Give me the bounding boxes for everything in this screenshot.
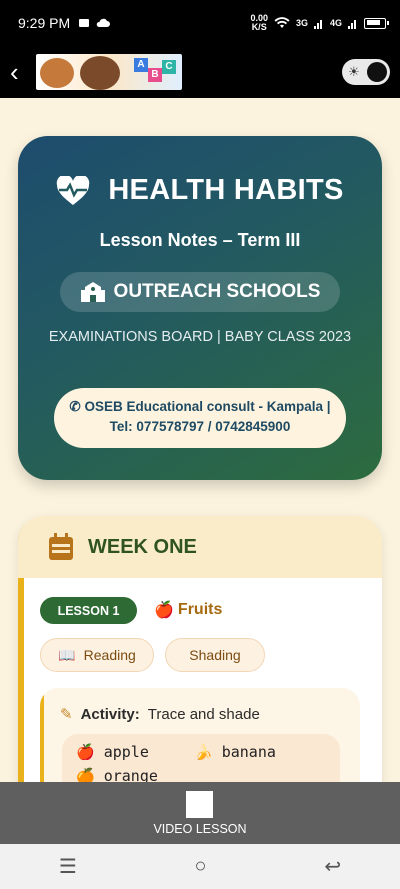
exam-board-text: EXAMINATIONS BOARD | BABY CLASS 2023 (48, 329, 352, 345)
child-illustration (80, 56, 120, 90)
heart-pulse-icon (57, 175, 90, 205)
phone-icon: ✆ (69, 399, 85, 414)
hero-card: HEALTH HABITS Lesson Notes – Term III OU… (18, 136, 382, 480)
sun-icon: ☀ (348, 64, 360, 79)
fruit-name: apple (103, 743, 149, 761)
hero-subtitle: Lesson Notes – Term III (99, 230, 301, 250)
status-bar: 9:29 PM 0.00 K/S 3G 4G (0, 0, 400, 46)
signal-3g: 3G (295, 18, 308, 28)
fruit-item-banana: 🍌 banana (194, 740, 312, 764)
recents-icon[interactable]: ☰ (59, 854, 77, 879)
toggle-knob (367, 62, 387, 82)
video-lesson-button[interactable]: VIDEO LESSON (0, 782, 400, 844)
lesson-topic: 🍎 Fruits (154, 600, 222, 620)
outreach-pill: OUTREACH SCHOOLS (60, 272, 340, 312)
status-notification-icons (78, 17, 111, 29)
system-nav-bar: ☰ ○ ↩ (0, 844, 400, 889)
signal-icon (313, 20, 322, 29)
back-nav-icon[interactable]: ↩ (324, 854, 341, 879)
tag-shading-label: Shading (189, 647, 241, 663)
contact-pill[interactable]: ✆ OSEB Educational consult - Kampala | T… (54, 388, 346, 448)
activity-label: Activity: (80, 705, 140, 723)
back-button[interactable]: ‹ (10, 59, 30, 85)
apple-icon: 🍎 (154, 602, 174, 619)
page-title: HEALTH HABITS (108, 174, 344, 206)
tag-reading[interactable]: 📖 Reading (40, 638, 154, 672)
calendar-icon (49, 533, 73, 560)
lesson-badge: LESSON 1 (40, 597, 137, 624)
week-header[interactable]: WEEK ONE (18, 516, 382, 578)
cloud-icon (96, 18, 111, 27)
tag-shading[interactable]: Shading (165, 638, 265, 672)
lesson-topic-label: Fruits (177, 601, 223, 618)
activity-line: ✎ Activity: Trace and shade (60, 705, 260, 724)
fruit-item-apple: 🍎 apple (76, 740, 194, 764)
letter-block-b: B (148, 68, 162, 82)
hero-title-row: HEALTH HABITS (18, 174, 382, 207)
pencil-ruler-icon: ✎ (60, 706, 73, 723)
app-notification-icon (79, 19, 90, 27)
teddy-bear-illustration (40, 58, 74, 88)
video-lesson-label: VIDEO LESSON (153, 822, 247, 836)
book-icon: 📖 (58, 646, 76, 663)
letter-block-a: A (134, 58, 148, 72)
video-icon (186, 791, 213, 818)
week-title: WEEK ONE (88, 535, 197, 558)
signal-icon-2 (348, 20, 356, 29)
wifi-icon (274, 17, 290, 28)
home-icon[interactable]: ○ (195, 855, 207, 878)
battery-icon (364, 17, 389, 29)
letter-block-c: C (162, 60, 176, 74)
week-card: WEEK ONE LESSON 1 🍎 Fruits 📖 Reading Shadi… (18, 516, 382, 816)
signal-4g: 4G (329, 18, 342, 28)
activity-text: Trace and shade (147, 705, 260, 723)
status-right: 0.00 K/S 3G 4G (250, 13, 389, 32)
banana-emoji-icon: 🍌 (194, 743, 213, 761)
school-icon (80, 282, 105, 302)
theme-toggle[interactable]: ☀ (342, 59, 390, 85)
network-speed: 0.00 K/S (250, 13, 268, 32)
tag-reading-label: Reading (83, 647, 136, 663)
contact-text: OSEB Educational consult - Kampala | Tel… (84, 399, 331, 434)
status-time: 9:29 PM (18, 15, 71, 31)
app-bar: ‹ A B C ☀ (0, 46, 400, 98)
outreach-pill-label: OUTREACH SCHOOLS (113, 281, 321, 302)
app-logo: A B C (36, 54, 182, 90)
apple-emoji-icon: 🍎 (76, 743, 95, 761)
fruit-name: banana (221, 743, 276, 761)
